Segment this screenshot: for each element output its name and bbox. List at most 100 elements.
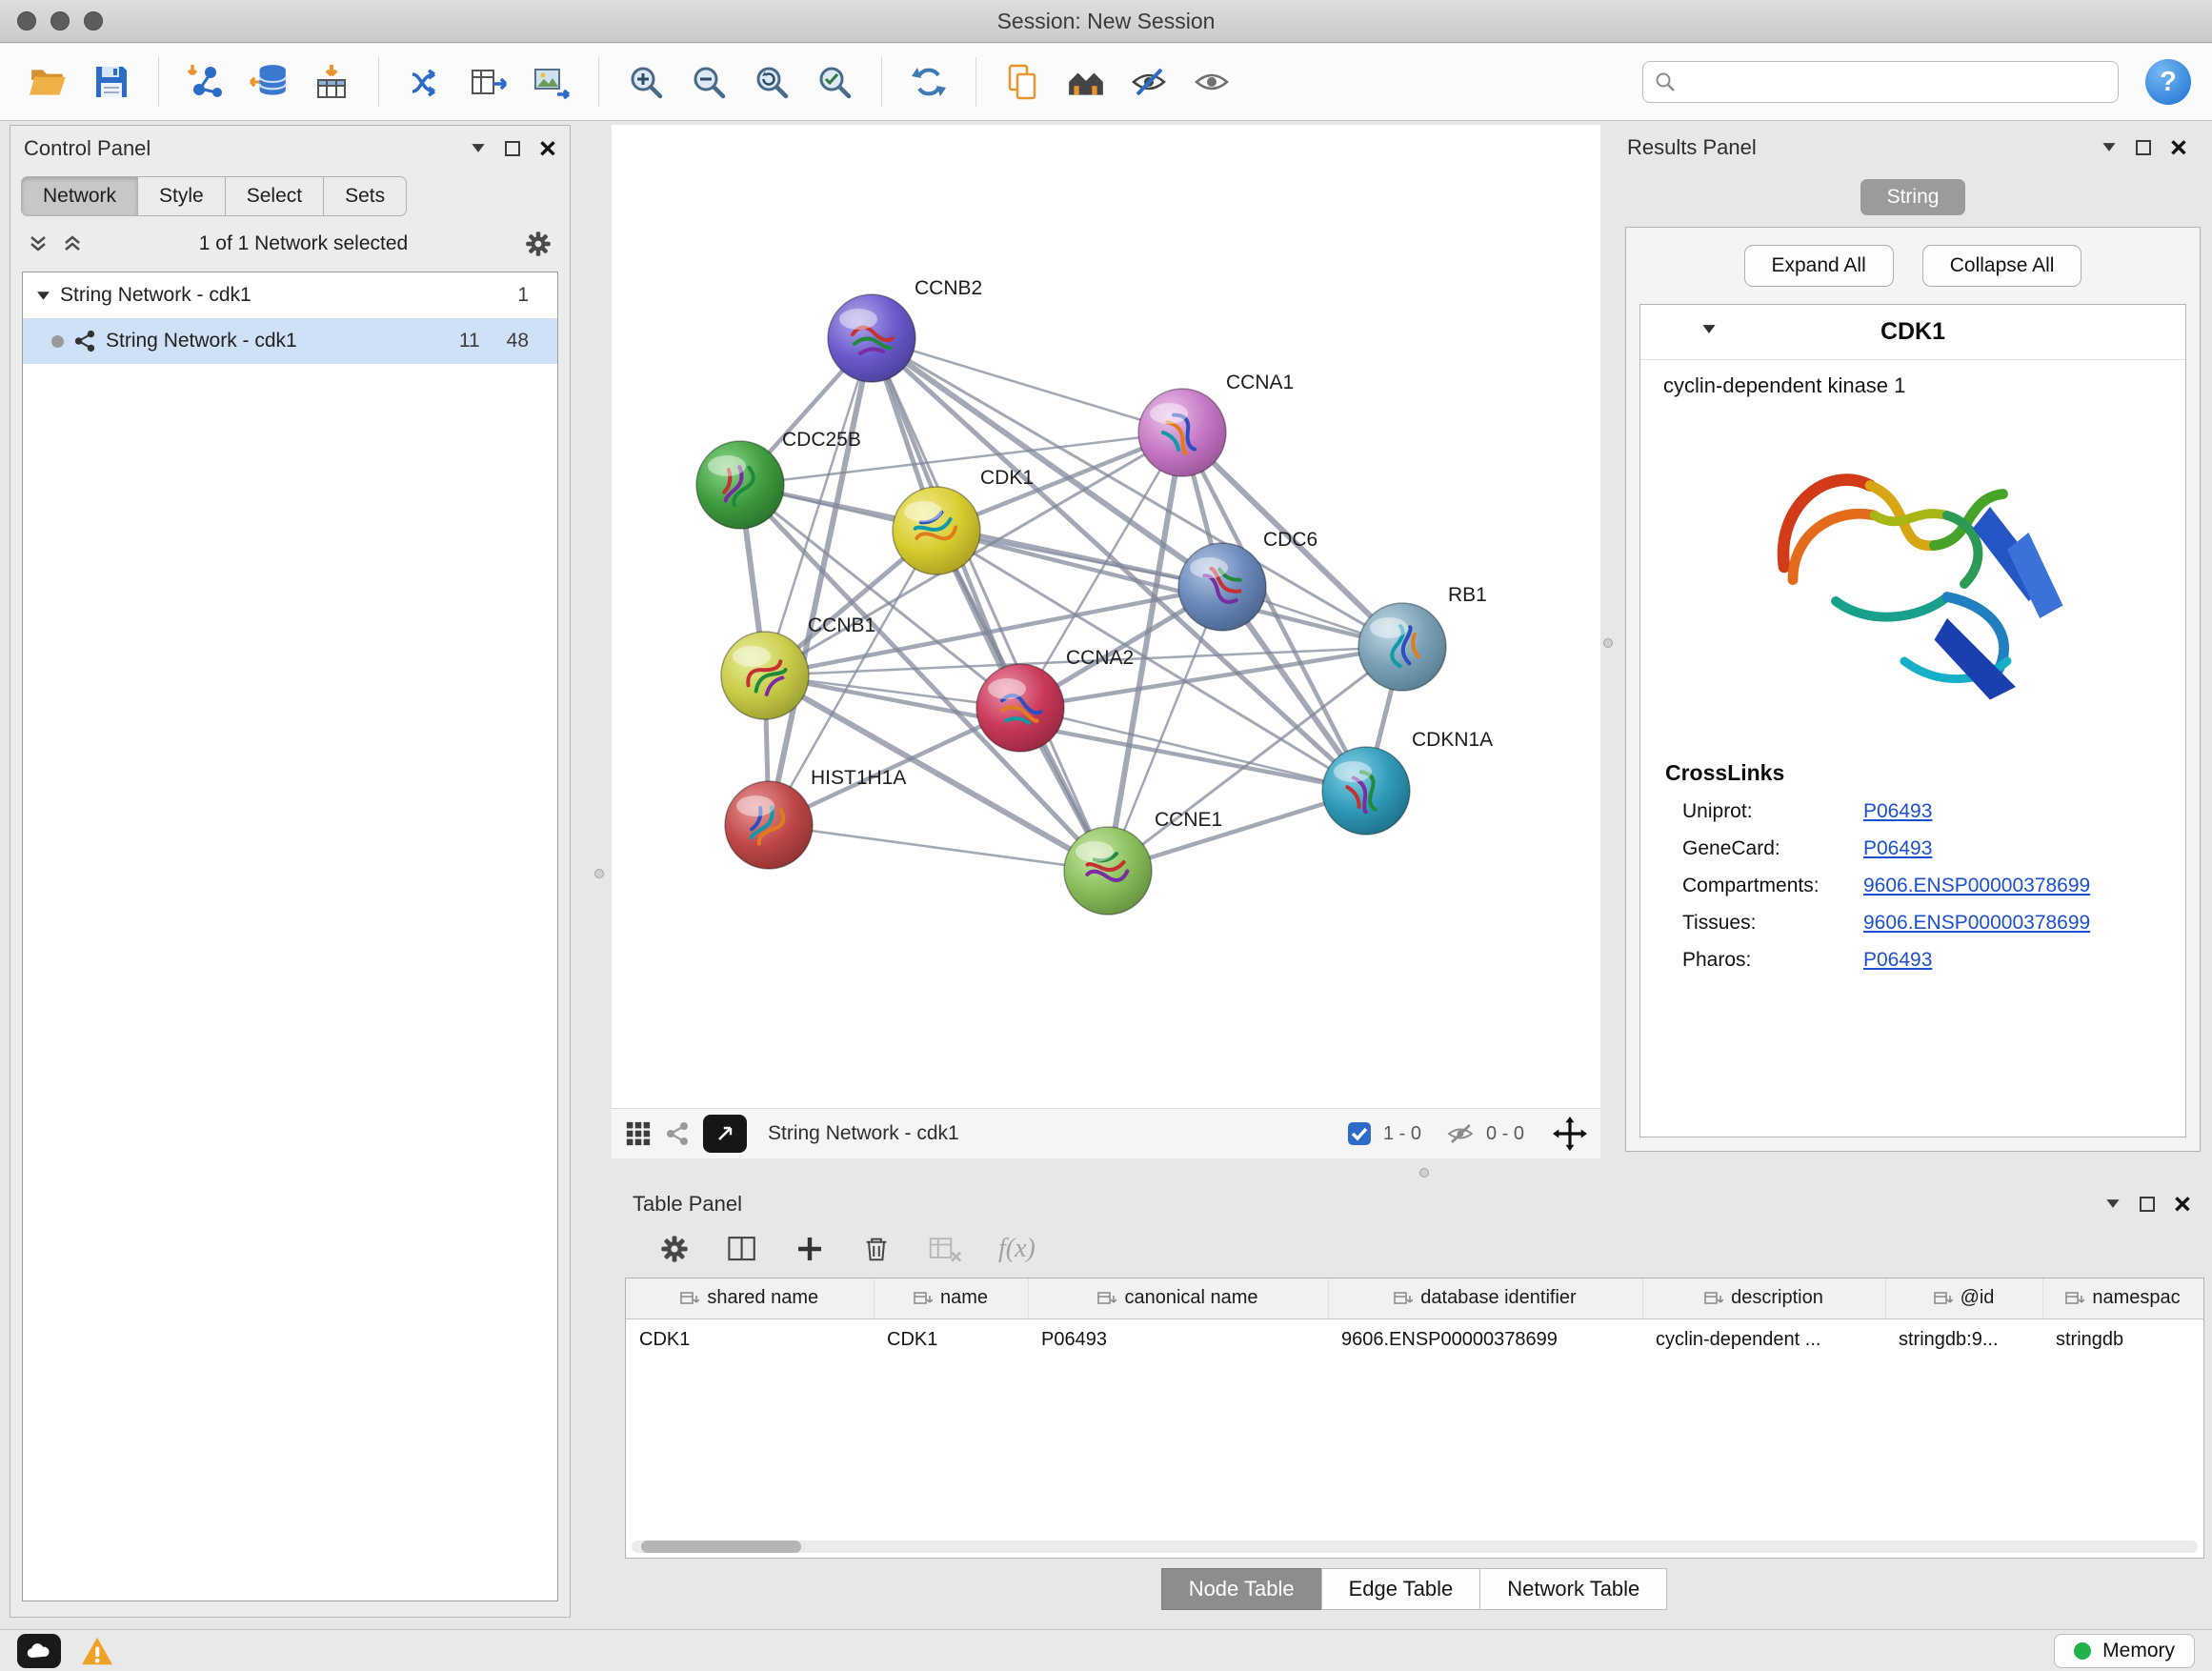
tree-expand-caret-icon[interactable] xyxy=(36,291,50,301)
close-panel-button[interactable]: × xyxy=(2174,1189,2191,1218)
splitter-handle[interactable] xyxy=(594,869,604,878)
export-image-button[interactable] xyxy=(524,52,579,111)
apply-layout-button[interactable] xyxy=(901,52,956,111)
float-panel-button[interactable] xyxy=(2140,1197,2155,1212)
expand-all-icon[interactable] xyxy=(62,235,83,252)
table-cell[interactable]: CDK1 xyxy=(874,1319,1028,1360)
import-network-database-button[interactable] xyxy=(241,52,296,111)
tab-style[interactable]: Style xyxy=(137,176,226,216)
panel-menu-caret-icon[interactable] xyxy=(2101,142,2117,152)
panel-menu-caret-icon[interactable] xyxy=(471,143,486,153)
collapse-all-button[interactable]: Collapse All xyxy=(1922,245,2082,287)
network-node-ccna1[interactable] xyxy=(1138,389,1226,476)
network-node-cdk1[interactable] xyxy=(893,487,980,574)
table-cell[interactable]: P06493 xyxy=(1028,1319,1328,1360)
collection-count: 1 xyxy=(517,284,529,307)
network-edges[interactable] xyxy=(740,338,1402,871)
save-session-button[interactable] xyxy=(84,52,139,111)
zoom-fit-button[interactable] xyxy=(744,52,799,111)
column-header[interactable]: name xyxy=(874,1278,1028,1319)
crosslink-value[interactable]: 9606.ENSP00000378699 xyxy=(1863,912,2090,935)
gear-icon[interactable] xyxy=(524,230,553,258)
help-button[interactable]: ? xyxy=(2145,59,2191,105)
tab-node-table[interactable]: Node Table xyxy=(1161,1568,1322,1610)
network-canvas[interactable]: CCNB2CCNA1CDC25BCDK1CDC6RB1CCNB1CCNA2CDK… xyxy=(612,125,1600,1108)
search-input[interactable] xyxy=(1685,70,2106,94)
expand-all-button[interactable]: Expand All xyxy=(1744,245,1894,287)
crosslink-value[interactable]: P06493 xyxy=(1863,949,1932,972)
table-cell[interactable]: CDK1 xyxy=(626,1319,874,1360)
string-home-button[interactable] xyxy=(1058,52,1114,111)
zoom-selected-button[interactable] xyxy=(807,52,862,111)
zoom-out-button[interactable] xyxy=(681,52,736,111)
table-row[interactable]: CDK1 CDK1 P06493 9606.ENSP00000378699 cy… xyxy=(626,1319,2203,1360)
splitter-handle[interactable] xyxy=(1419,1168,1429,1178)
network-node-cdkn1a[interactable] xyxy=(1322,747,1410,835)
network-row[interactable]: String Network - cdk1 11 48 xyxy=(23,318,557,364)
copy-button[interactable] xyxy=(995,52,1051,111)
network-node-ccnb2[interactable] xyxy=(828,294,915,382)
column-header[interactable]: namespac xyxy=(2042,1278,2203,1319)
close-panel-button[interactable]: × xyxy=(2170,132,2187,162)
zoom-in-button[interactable] xyxy=(618,52,674,111)
hidden-eye-slash-icon[interactable] xyxy=(1446,1119,1475,1148)
panel-menu-caret-icon[interactable] xyxy=(2105,1198,2121,1209)
tab-edge-table[interactable]: Edge Table xyxy=(1321,1568,1481,1610)
float-panel-button[interactable] xyxy=(505,141,520,156)
network-node-cdc6[interactable] xyxy=(1178,543,1266,631)
select-columns-icon[interactable] xyxy=(726,1233,758,1265)
share-network-icon[interactable] xyxy=(665,1121,690,1146)
search-box[interactable] xyxy=(1642,61,2119,103)
open-in-browser-button[interactable] xyxy=(703,1115,747,1153)
memory-button[interactable]: Memory xyxy=(2054,1634,2195,1668)
network-node-ccna2[interactable] xyxy=(976,664,1064,752)
hide-button[interactable] xyxy=(1121,52,1176,111)
close-window-button[interactable] xyxy=(17,11,36,30)
network-node-hist1h1a[interactable] xyxy=(725,781,813,869)
delete-trash-icon[interactable] xyxy=(861,1234,892,1264)
tab-sets[interactable]: Sets xyxy=(323,176,407,216)
minimize-window-button[interactable] xyxy=(50,11,70,30)
column-header[interactable]: @id xyxy=(1885,1278,2042,1319)
grid-view-icon[interactable] xyxy=(625,1120,652,1147)
tab-network[interactable]: Network xyxy=(21,176,138,216)
table-cell[interactable]: 9606.ENSP00000378699 xyxy=(1328,1319,1642,1360)
pan-crosshair-icon[interactable] xyxy=(1553,1117,1587,1151)
warning-icon[interactable] xyxy=(80,1636,114,1666)
column-header[interactable]: shared name xyxy=(626,1278,874,1319)
import-network-file-button[interactable] xyxy=(178,52,233,111)
network-collection-row[interactable]: String Network - cdk1 1 xyxy=(23,272,557,318)
collapse-all-icon[interactable] xyxy=(28,235,49,252)
table-cell[interactable]: stringdb xyxy=(2042,1319,2203,1360)
import-table-button[interactable] xyxy=(304,52,359,111)
add-column-plus-icon[interactable] xyxy=(794,1234,825,1264)
network-node-ccne1[interactable] xyxy=(1064,827,1152,915)
string-tab-badge[interactable]: String xyxy=(1860,179,1966,215)
column-header[interactable]: description xyxy=(1642,1278,1885,1319)
network-node-cdc25b[interactable] xyxy=(696,441,784,529)
float-panel-button[interactable] xyxy=(2136,140,2151,155)
table-settings-gear-icon[interactable] xyxy=(659,1234,690,1264)
cloud-status-button[interactable] xyxy=(17,1634,61,1668)
show-button[interactable] xyxy=(1184,52,1239,111)
column-header[interactable]: database identifier xyxy=(1328,1278,1642,1319)
column-header[interactable]: canonical name xyxy=(1028,1278,1328,1319)
tab-select[interactable]: Select xyxy=(225,176,324,216)
splitter-handle[interactable] xyxy=(1603,638,1613,648)
horizontal-scrollbar-thumb[interactable] xyxy=(641,1540,801,1553)
network-node-rb1[interactable] xyxy=(1358,603,1446,691)
tab-network-table[interactable]: Network Table xyxy=(1479,1568,1667,1610)
card-collapse-caret-icon[interactable] xyxy=(1701,324,1717,334)
table-cell[interactable]: stringdb:9... xyxy=(1885,1319,2042,1360)
selected-checkbox-icon[interactable] xyxy=(1347,1121,1372,1146)
export-table-button[interactable] xyxy=(461,52,516,111)
new-network-button[interactable] xyxy=(398,52,453,111)
crosslink-value[interactable]: P06493 xyxy=(1863,800,1932,823)
close-panel-button[interactable]: × xyxy=(539,133,556,163)
zoom-window-button[interactable] xyxy=(84,11,103,30)
crosslink-value[interactable]: 9606.ENSP00000378699 xyxy=(1863,875,2090,897)
crosslink-value[interactable]: P06493 xyxy=(1863,837,1932,860)
open-session-button[interactable] xyxy=(21,52,76,111)
network-node-ccnb1[interactable] xyxy=(721,632,809,719)
table-cell[interactable]: cyclin-dependent ... xyxy=(1642,1319,1885,1360)
